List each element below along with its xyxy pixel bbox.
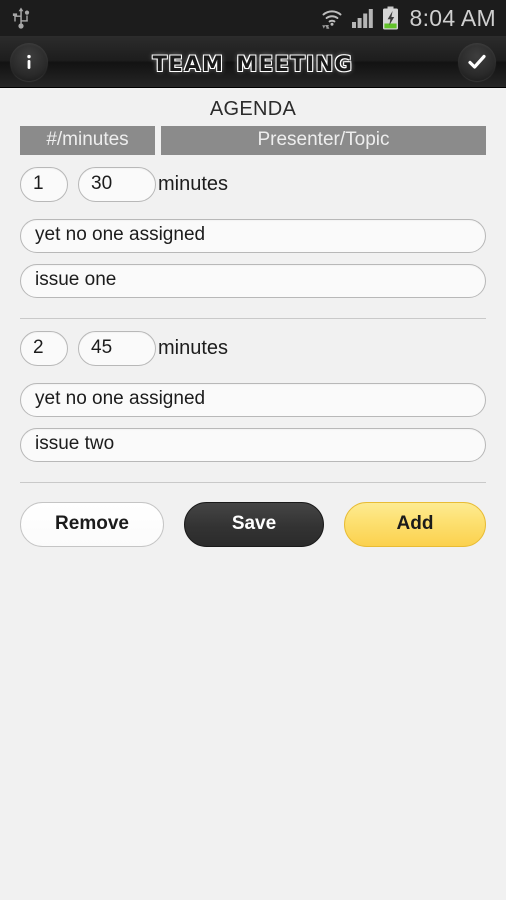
status-bar-right-icons: 8:04 AM: [320, 5, 497, 32]
save-button[interactable]: Save: [184, 501, 324, 547]
minutes-label: minutes: [158, 336, 229, 359]
agenda-item-presenter-input[interactable]: [20, 218, 486, 253]
agenda-item-number-input[interactable]: [20, 330, 68, 366]
page-title: Team Meeting: [152, 44, 354, 79]
column-header-topic: Presenter/Topic: [161, 126, 486, 155]
agenda-item-minutes-input[interactable]: [78, 166, 156, 202]
status-bar: 8:04 AM: [0, 0, 506, 36]
app-root: 8:04 AM Team Meeting AGENDA #/minutes Pr…: [0, 0, 506, 900]
agenda-row: minutes: [0, 319, 506, 462]
minutes-label: minutes: [158, 172, 229, 195]
usb-icon: [10, 6, 32, 30]
agenda-item-minutes-input[interactable]: [78, 330, 156, 366]
agenda-item-number-input[interactable]: [20, 166, 68, 202]
wifi-icon: [320, 6, 344, 30]
agenda-content: AGENDA #/minutes Presenter/Topic minutes…: [0, 88, 506, 547]
status-bar-left-icons: [10, 6, 32, 30]
agenda-item-presenter-input[interactable]: [20, 382, 486, 417]
agenda-row: minutes: [0, 155, 506, 298]
title-bar: Team Meeting: [0, 36, 506, 88]
agenda-item-topic-input[interactable]: [20, 263, 486, 298]
column-header-minutes: #/minutes: [20, 126, 155, 155]
battery-charging-icon: [382, 6, 399, 30]
info-button[interactable]: [10, 42, 48, 81]
action-button-row: Remove Save Add: [0, 483, 506, 547]
confirm-button[interactable]: [458, 42, 496, 81]
status-bar-clock: 8:04 AM: [409, 4, 496, 31]
info-icon: [27, 54, 31, 69]
signal-icon: [351, 7, 375, 29]
remove-button[interactable]: Remove: [20, 501, 164, 547]
agenda-table-header: #/minutes Presenter/Topic: [0, 126, 506, 155]
check-icon: [468, 54, 486, 69]
agenda-row-minutes-line: minutes: [20, 155, 486, 208]
add-button[interactable]: Add: [344, 501, 486, 547]
agenda-row-minutes-line: minutes: [20, 319, 486, 372]
agenda-section-title: AGENDA: [209, 98, 297, 120]
agenda-item-topic-input[interactable]: [20, 427, 486, 462]
